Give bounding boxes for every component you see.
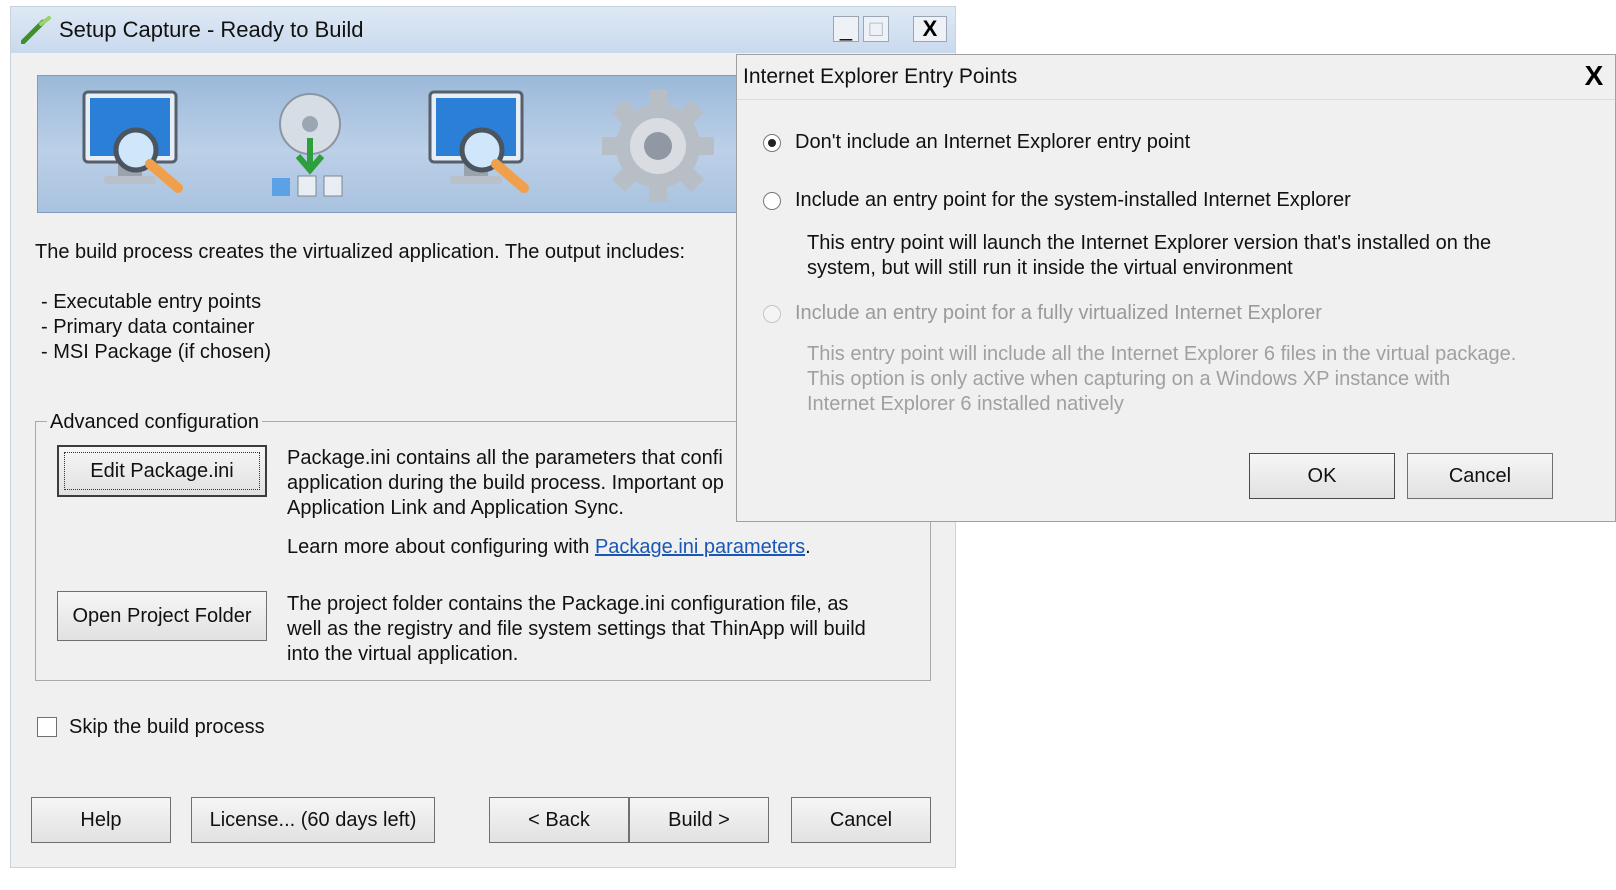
output-item: - Executable entry points bbox=[41, 291, 262, 313]
option-label[interactable]: Don't include an Internet Explorer entry… bbox=[795, 131, 1190, 154]
open-project-description: The project folder contains the Package.… bbox=[287, 592, 866, 667]
output-item: - Primary data container bbox=[41, 316, 255, 338]
dialog-cancel-label: Cancel bbox=[1448, 464, 1512, 487]
dialog-close-button[interactable]: X bbox=[1579, 62, 1609, 92]
build-button[interactable]: Build > bbox=[629, 797, 769, 843]
radio-no-ie-entry[interactable] bbox=[763, 134, 781, 152]
cancel-label: Cancel bbox=[829, 808, 893, 831]
intro-text: The build process creates the virtualize… bbox=[35, 241, 686, 263]
description-line: into the virtual application. bbox=[287, 643, 519, 665]
advanced-configuration-legend: Advanced configuration bbox=[47, 411, 263, 434]
ie-entry-points-dialog: Internet Explorer Entry Points X Don't i… bbox=[736, 54, 1616, 522]
help-label: Help bbox=[80, 808, 122, 831]
gear-icon bbox=[602, 90, 714, 202]
edit-package-ini-label: Edit Package.ini bbox=[90, 459, 234, 482]
dialog-title: Internet Explorer Entry Points bbox=[743, 65, 1018, 88]
description-line: This entry point will include all the In… bbox=[807, 343, 1517, 365]
monitor-magnifier-icon bbox=[82, 90, 183, 193]
ok-label: OK bbox=[1307, 464, 1337, 487]
output-item: - MSI Package (if chosen) bbox=[41, 341, 272, 363]
open-project-folder-button[interactable]: Open Project Folder bbox=[57, 591, 267, 641]
learn-more-suffix: . bbox=[805, 536, 811, 558]
skip-build-label[interactable]: Skip the build process bbox=[69, 716, 265, 739]
window-title: Setup Capture - Ready to Build bbox=[59, 17, 364, 42]
description-line: Internet Explorer 6 installed natively bbox=[807, 393, 1124, 415]
dialog-title-bar[interactable]: Internet Explorer Entry Points X bbox=[737, 55, 1615, 100]
dialog-cancel-button[interactable]: Cancel bbox=[1407, 453, 1553, 499]
description-line: This option is only active when capturin… bbox=[807, 368, 1451, 390]
package-ini-parameters-link[interactable]: Package.ini parameters bbox=[595, 536, 805, 558]
edit-package-ini-button[interactable]: Edit Package.ini bbox=[57, 445, 267, 497]
description-line: well as the registry and file system set… bbox=[287, 618, 866, 640]
radio-virtual-ie-entry[interactable] bbox=[763, 305, 781, 323]
option-label[interactable]: Include an entry point for the system-in… bbox=[795, 189, 1351, 212]
license-button[interactable]: License... (60 days left) bbox=[191, 797, 435, 843]
monitor-magnifier-icon bbox=[428, 90, 529, 193]
thinapp-wand-icon bbox=[21, 16, 51, 44]
disc-download-icon bbox=[272, 93, 343, 197]
wizard-banner bbox=[37, 75, 757, 213]
description-line: Package.ini contains all the parameters … bbox=[287, 447, 723, 469]
option-description: This entry point will launch the Interne… bbox=[807, 231, 1491, 281]
description-line: system, but will still run it inside the… bbox=[807, 257, 1293, 279]
description-line: Application Link and Application Sync. bbox=[287, 497, 624, 519]
option-label: Include an entry point for a fully virtu… bbox=[795, 302, 1322, 324]
maximize-button[interactable]: □ bbox=[863, 16, 889, 42]
cancel-button[interactable]: Cancel bbox=[791, 797, 931, 843]
build-label: Build > bbox=[668, 808, 730, 831]
description-line: The project folder contains the Package.… bbox=[287, 593, 849, 615]
learn-more-text: Learn more about configuring with Packag… bbox=[287, 535, 811, 560]
help-button[interactable]: Help bbox=[31, 797, 171, 843]
license-label: License... (60 days left) bbox=[209, 808, 417, 831]
close-button[interactable]: X bbox=[913, 16, 947, 42]
back-label: < Back bbox=[528, 808, 590, 831]
skip-build-checkbox[interactable] bbox=[37, 717, 57, 737]
minimize-button[interactable]: _ bbox=[833, 16, 859, 42]
learn-more-prefix: Learn more about configuring with bbox=[287, 536, 595, 558]
description-line: application during the build process. Im… bbox=[287, 472, 724, 494]
ok-button[interactable]: OK bbox=[1249, 453, 1395, 499]
radio-system-ie-entry[interactable] bbox=[763, 192, 781, 210]
open-project-folder-label: Open Project Folder bbox=[72, 604, 252, 627]
option-description: This entry point will include all the In… bbox=[807, 342, 1516, 417]
title-bar[interactable]: Setup Capture - Ready to Build _ □ X bbox=[11, 7, 955, 53]
description-line: This entry point will launch the Interne… bbox=[807, 232, 1492, 254]
edit-package-description: Package.ini contains all the parameters … bbox=[287, 446, 724, 521]
back-button[interactable]: < Back bbox=[489, 797, 629, 843]
